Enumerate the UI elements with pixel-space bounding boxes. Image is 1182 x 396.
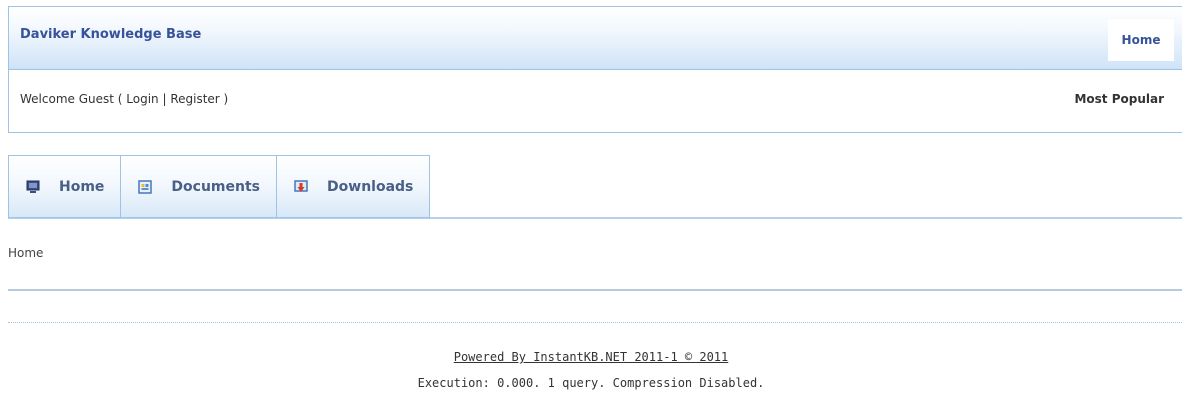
documents-icon [138,179,153,194]
tab-home[interactable]: Home [8,155,121,218]
most-popular-link[interactable]: Most Popular [1074,92,1164,106]
main-nav-tabs: Home Documents Downloads [8,155,431,219]
register-link[interactable]: Register [170,92,219,106]
welcome-prefix: Welcome Guest ( [20,92,127,106]
tab-documents[interactable]: Documents [120,155,277,218]
welcome-separator: | [158,92,171,106]
welcome-bar: Welcome Guest ( Login | Register ) Most … [8,70,1182,133]
breadcrumb[interactable]: Home [8,246,43,260]
execution-info: Execution: 0.000. 1 query. Compression D… [417,376,765,390]
download-icon [294,179,308,192]
tab-documents-label: Documents [171,178,261,195]
tab-downloads[interactable]: Downloads [276,155,431,218]
monitor-icon [26,180,40,193]
welcome-suffix: ) [219,92,229,106]
content-divider [8,289,1182,291]
welcome-text: Welcome Guest ( Login | Register ) [20,92,228,106]
site-title[interactable]: Daviker Knowledge Base [20,27,201,42]
login-link[interactable]: Login [126,92,158,106]
header-bar: Daviker Knowledge Base Home [8,6,1182,70]
tab-downloads-label: Downloads [327,178,414,195]
header-home-link[interactable]: Home [1108,19,1174,61]
tab-home-label: Home [59,178,105,195]
footer-divider [8,322,1182,323]
powered-by-link[interactable]: Powered By InstantKB.NET 2011-1 © 2011 [0,350,1182,364]
